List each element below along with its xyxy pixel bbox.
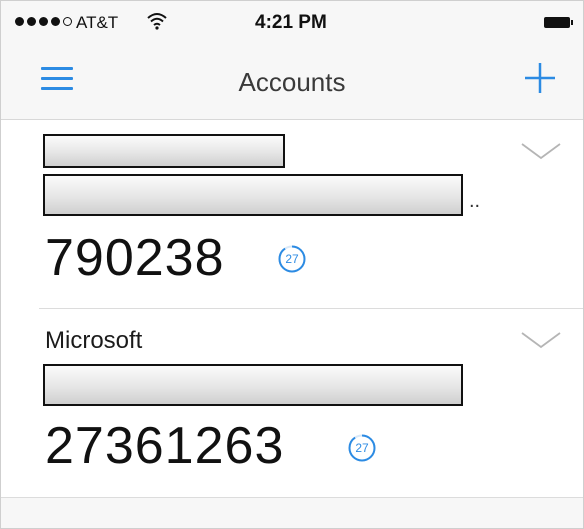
redacted-account-email: [43, 364, 463, 406]
seconds-remaining: 27: [355, 441, 369, 455]
battery-icon: [544, 17, 573, 28]
account-row[interactable]: Microsoft 27361263 27: [1, 309, 583, 497]
one-time-code: 27361263: [45, 417, 285, 475]
redacted-account-name: [43, 134, 285, 168]
clock: 4:21 PM: [255, 12, 327, 33]
seconds-remaining: 27: [285, 252, 299, 266]
chevron-down-icon[interactable]: [519, 140, 563, 164]
redacted-account-email: [43, 174, 463, 216]
carrier-label: AT&T: [76, 13, 119, 32]
plus-icon[interactable]: [523, 61, 557, 95]
status-bar: AT&T 4:21 PM: [1, 1, 583, 47]
accounts-list: .. 790238 27 Microsoft 27361263 27: [1, 120, 583, 528]
one-time-code: 790238: [45, 229, 225, 287]
countdown-timer: 27: [277, 244, 307, 274]
app-window: AT&T 4:21 PM Accounts .. 790238 27 Micro…: [0, 0, 584, 529]
list-footer: [1, 498, 583, 528]
truncation-ellipsis: ..: [469, 190, 481, 212]
countdown-timer: 27: [347, 433, 377, 463]
wifi-icon: [147, 13, 167, 30]
navigation-bar: Accounts: [1, 47, 583, 120]
account-row[interactable]: .. 790238 27: [1, 120, 583, 308]
account-name: Microsoft: [45, 327, 143, 354]
signal-strength-icon: [15, 17, 72, 26]
chevron-down-icon[interactable]: [519, 329, 563, 353]
page-title: Accounts: [238, 67, 346, 97]
